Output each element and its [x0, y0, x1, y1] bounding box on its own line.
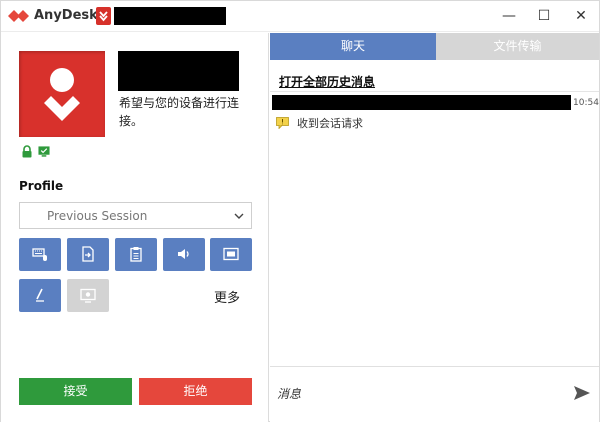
chat-panel: 聊天 文件传输 打开全部历史消息 10:54 收到会话请求 [270, 33, 599, 422]
chevron-down-icon [234, 213, 244, 219]
keyboard-mouse-permission-button[interactable] [19, 238, 61, 271]
screen-permission-button[interactable] [210, 238, 252, 271]
anydesk-window: AnyDesk — ☐ ✕ 希望与您的设备进行连接。 Profile Previ… [0, 0, 600, 422]
screen-icon [223, 247, 239, 261]
request-message: 希望与您的设备进行连接。 [119, 96, 240, 128]
close-button[interactable]: ✕ [571, 7, 591, 25]
lock-icon [22, 145, 32, 158]
privacy-screen-icon [80, 288, 96, 303]
more-permissions-link[interactable]: 更多 [214, 287, 240, 306]
app-name: AnyDesk [34, 8, 98, 23]
privacy-screen-permission-button[interactable] [67, 279, 109, 312]
session-request-notice: 收到会话请求 [276, 115, 363, 131]
message-timestamp: 10:54 [573, 98, 599, 108]
profile-select[interactable]: Previous Session [19, 202, 252, 229]
file-transfer-icon [82, 246, 94, 262]
clipboard-icon [130, 247, 142, 262]
reject-button[interactable]: 拒绝 [139, 378, 252, 405]
tab-chat[interactable]: 聊天 [270, 33, 436, 60]
accept-button[interactable]: 接受 [19, 378, 132, 405]
divider [270, 366, 599, 367]
title-bar: AnyDesk — ☐ ✕ [1, 1, 599, 32]
profile-selected-value: Previous Session [47, 209, 148, 223]
remote-avatar [19, 51, 105, 137]
session-tab-redacted[interactable] [114, 7, 226, 25]
pen-icon [36, 288, 44, 302]
profile-label: Profile [19, 179, 64, 193]
session-request-text: 收到会话请求 [297, 117, 363, 130]
tab-file-transfer[interactable]: 文件传输 [436, 33, 599, 60]
divider [270, 91, 599, 92]
anydesk-logo-icon [8, 10, 29, 22]
keyboard-mouse-icon [32, 248, 47, 261]
minimize-button[interactable]: — [499, 7, 519, 25]
send-icon[interactable] [572, 383, 592, 403]
message-sender-redacted [272, 95, 571, 110]
maximize-button[interactable]: ☐ [534, 7, 554, 25]
request-panel: 希望与您的设备进行连接。 Profile Previous Session 更多… [1, 33, 269, 422]
clipboard-permission-button[interactable] [115, 238, 157, 271]
speaker-icon [178, 249, 189, 259]
status-icons [21, 145, 50, 159]
open-history-link[interactable]: 打开全部历史消息 [279, 73, 375, 90]
notification-icon [276, 117, 289, 129]
session-tab-icon[interactable] [96, 7, 111, 25]
audio-permission-button[interactable] [163, 238, 205, 271]
verified-screen-icon [38, 146, 50, 157]
remote-id-redacted [118, 51, 239, 91]
message-input[interactable] [277, 383, 557, 405]
file-transfer-permission-button[interactable] [67, 238, 109, 271]
draw-permission-button[interactable] [19, 279, 61, 312]
